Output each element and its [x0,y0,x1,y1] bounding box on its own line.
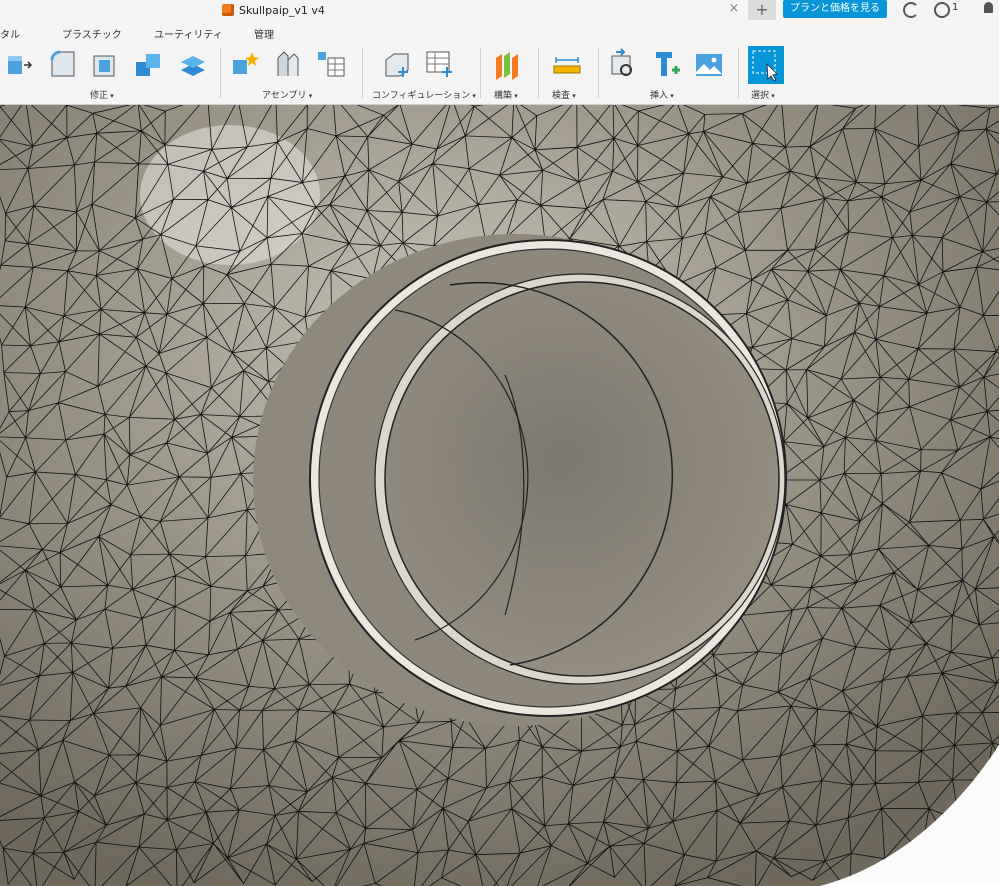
combine-icon[interactable] [134,48,164,80]
configuration-table-icon[interactable] [424,48,454,80]
divider [480,48,481,98]
group-construct[interactable]: 構築 [494,88,518,101]
component-table-icon[interactable] [316,48,346,80]
insert-canvas-icon[interactable] [694,48,724,80]
toolbar: 修正 アセンブリ コンフィギュレーション 構築 検査 挿入 選択 [0,44,999,105]
document-tab[interactable]: Skullpaip_v1 v4 [222,2,325,18]
tab-manage[interactable]: 管理 [254,26,274,41]
fillet-icon[interactable] [48,48,78,80]
sync-icon[interactable] [903,2,919,18]
notification-bell-icon[interactable] [984,2,993,13]
document-title: Skullpaip_v1 v4 [239,3,325,17]
midplane-icon[interactable] [492,48,522,80]
tab-plastic[interactable]: プラスチック [62,26,122,41]
select-icon[interactable] [748,46,784,84]
fusion-cube-icon [222,4,234,16]
divider [362,48,363,98]
new-component-icon[interactable] [230,48,260,80]
canvas-viewport[interactable] [0,105,999,886]
divider [598,48,599,98]
group-insert[interactable]: 挿入 [650,88,674,101]
group-configure[interactable]: コンフィギュレーション [372,88,476,101]
tab-metal[interactable]: タル [0,26,20,41]
divider [220,48,221,98]
configure-icon[interactable] [382,48,412,80]
offset-face-icon[interactable] [178,48,208,80]
tab-utilities[interactable]: ユーティリティ [154,26,223,41]
close-tab-icon[interactable]: × [727,2,741,16]
mesh-model[interactable] [0,105,999,886]
divider [738,48,739,98]
insert-derive-icon[interactable] [608,48,638,80]
group-modify[interactable]: 修正 [90,88,114,101]
group-select[interactable]: 選択 [751,88,775,101]
job-status-icon[interactable] [934,2,950,18]
press-pull-icon[interactable] [4,48,34,80]
workspace-tabs: タル プラスチック ユーティリティ 管理 [0,20,999,44]
shell-icon[interactable] [90,48,120,80]
title-bar: Skullpaip_v1 v4 × + プランと価格を見る 1 [0,0,999,20]
insert-mesh-icon[interactable] [652,48,682,80]
plans-pricing-button[interactable]: プランと価格を見る [783,0,887,18]
pipe-socket [253,234,787,726]
joint-icon[interactable] [272,48,302,80]
group-inspect[interactable]: 検査 [552,88,576,101]
divider [538,48,539,98]
measure-icon[interactable] [552,48,582,80]
new-tab-button[interactable]: + [748,0,776,20]
job-count: 1 [952,2,959,13]
group-assemble[interactable]: アセンブリ [262,88,312,101]
